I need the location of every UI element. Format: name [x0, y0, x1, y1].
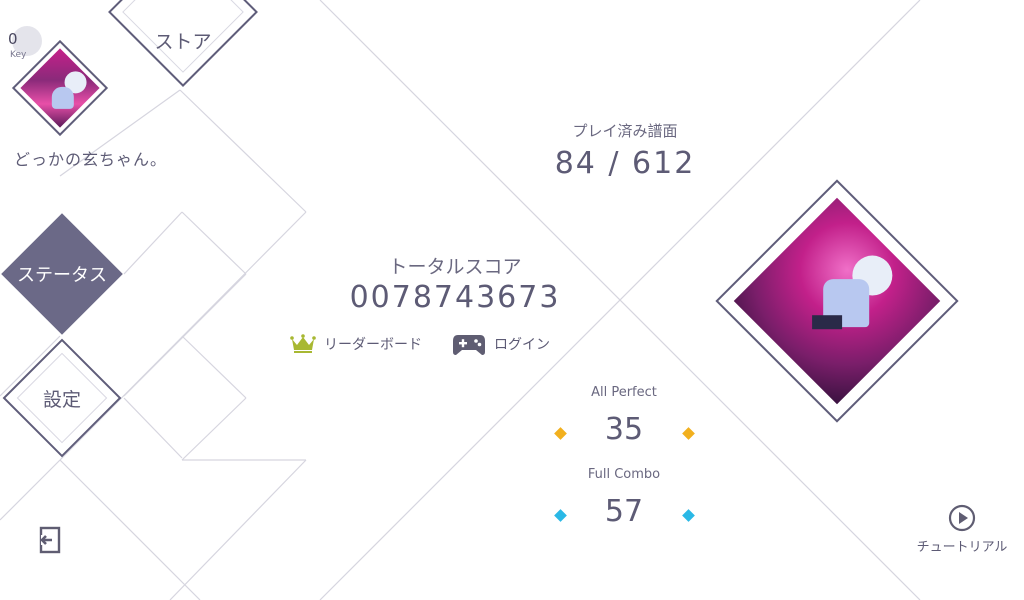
- tutorial-label: チュートリアル: [916, 540, 1008, 555]
- played-charts-value: 84 / 612: [554, 146, 696, 181]
- store-button-label: ストア: [154, 30, 212, 53]
- crown-icon: [290, 334, 316, 353]
- full-combo-count: 57: [604, 494, 644, 529]
- all-perfect-label: All Perfect: [591, 385, 657, 400]
- total-score-label: トータルスコア: [388, 256, 522, 278]
- leaderboard-button[interactable]: リーダーボード: [290, 334, 422, 354]
- settings-button-label: 設定: [42, 388, 81, 411]
- play-circle-icon: [948, 504, 976, 532]
- played-charts-label: プレイ済み譜面: [572, 122, 678, 140]
- leaderboard-label: リーダーボード: [324, 337, 422, 353]
- exit-button[interactable]: [38, 526, 64, 554]
- gamepad-icon: [453, 335, 485, 355]
- character-art: [715, 179, 959, 423]
- all-perfect-count: 35: [604, 412, 644, 447]
- status-button-label: ステータス: [17, 265, 107, 286]
- character-image: [733, 197, 941, 405]
- exit-icon: [39, 526, 61, 554]
- total-score-value: 0078743673: [349, 280, 561, 315]
- store-button[interactable]: ストア: [108, 0, 258, 87]
- login-button[interactable]: ログイン: [452, 332, 550, 356]
- avatar-image: [20, 48, 100, 128]
- full-combo-label: Full Combo: [587, 467, 661, 482]
- avatar[interactable]: [11, 39, 109, 137]
- tutorial-button[interactable]: チュートリアル: [906, 504, 1018, 555]
- login-label: ログイン: [494, 337, 550, 353]
- status-button[interactable]: ステータス: [0, 212, 124, 336]
- settings-button[interactable]: 設定: [0, 336, 124, 460]
- username: どっかの玄ちゃん。: [14, 150, 168, 169]
